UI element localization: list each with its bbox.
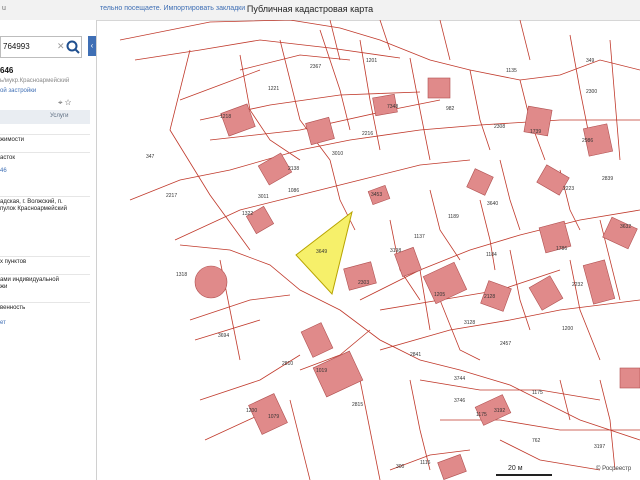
bookmarks-hint[interactable]: тельно посещаете. Импортировать закладки <box>100 5 245 12</box>
parcel-label: 1322 <box>242 211 253 217</box>
parcel-label: 1786 <box>556 246 567 252</box>
parcel-label: 3197 <box>594 444 605 450</box>
parcel-label: 2815 <box>352 402 363 408</box>
parcel-label: 1318 <box>176 272 187 278</box>
parcel-label: 2367 <box>310 64 321 70</box>
info-row-link[interactable]: ет <box>0 320 6 326</box>
parcel-label: 2223 <box>563 186 574 192</box>
parcel-label: 2303 <box>358 280 369 286</box>
parcel-label: 7348 <box>387 104 398 110</box>
address-fragment: u <box>2 5 6 12</box>
parcel-label: 2217 <box>166 193 177 199</box>
parcel-label: 3632 <box>620 224 631 230</box>
parcel-label: 2841 <box>410 352 421 358</box>
tab-services[interactable]: Услуги <box>50 113 68 119</box>
parcel-label: 1201 <box>366 58 377 64</box>
info-row: асток <box>0 152 90 161</box>
object-subtitle-2: ой застройки <box>0 88 37 94</box>
parcel-label: 1019 <box>316 368 327 374</box>
info-row: х пунктов <box>0 256 90 265</box>
map-copyright: © Росреестр <box>596 466 632 472</box>
scale-label: 20 м <box>508 465 523 472</box>
parcel-label: 2839 <box>602 176 613 182</box>
page-title: Публичная кадастровая карта <box>246 4 374 14</box>
selected-parcel-label: 3649 <box>316 249 327 255</box>
parcel-label: 1739 <box>530 129 541 135</box>
info-row: пулок Красноармейский <box>0 206 67 212</box>
parcel-label: 3694 <box>218 333 229 339</box>
parcel-label: 1116 <box>420 460 431 466</box>
parcel-label: 300 <box>396 464 405 470</box>
parcel-label: 982 <box>446 106 455 112</box>
info-row: ами индивидуальной <box>0 274 90 283</box>
parcel-label: 1135 <box>506 68 517 74</box>
object-subtitle: ь/мукр.Красноармейский <box>0 78 70 84</box>
measure-icon[interactable]: ⌖ <box>58 98 63 107</box>
browser-topbar: u тельно посещаете. Импортировать заклад… <box>0 0 640 21</box>
parcel-label: 2216 <box>362 131 373 137</box>
parcel-label: 2128 <box>484 294 495 300</box>
parcel-label: 2457 <box>500 341 511 347</box>
info-row: адская, г. Волжский, п. <box>0 196 90 205</box>
parcel-label: 2986 <box>582 138 593 144</box>
parcel-label: 1175 <box>476 412 487 418</box>
info-row: венность <box>0 302 90 311</box>
parcel-label: 1079 <box>268 414 279 420</box>
parcel-label: 1189 <box>448 214 459 220</box>
info-row: жимости <box>0 134 90 143</box>
collapse-panel-button[interactable]: ‹ <box>88 36 96 56</box>
parcel-label: 1205 <box>434 292 445 298</box>
parcel-label: 1221 <box>268 86 279 92</box>
left-panel: 764993 ✕ ‹ 646 ь/мукр.Красноармейский ой… <box>0 20 97 480</box>
parcel-label: 3010 <box>332 151 343 157</box>
parcel-label: 1175 <box>532 390 543 396</box>
parcel-label: 3198 <box>390 248 401 254</box>
parcel-label: 349 <box>586 58 595 64</box>
parcel-label: 3453 <box>371 192 382 198</box>
search-icon[interactable] <box>65 39 81 55</box>
parcel-label: 3744 <box>454 376 465 382</box>
parcel-label: 1200 <box>246 408 257 414</box>
object-number: 646 <box>0 66 14 75</box>
search-box[interactable]: 764993 ✕ <box>0 36 82 58</box>
panel-tools[interactable]: ⌖ ☆ <box>58 98 71 108</box>
parcel-label: 1200 <box>562 326 573 332</box>
info-row-link[interactable]: 46 <box>0 168 7 174</box>
parcel-label: 1137 <box>414 234 425 240</box>
parcel-label: 3746 <box>454 398 465 404</box>
parcel-label: 3192 <box>494 408 505 414</box>
parcel-label: 2810 <box>282 361 293 367</box>
parcel-label: 2308 <box>494 124 505 130</box>
parcel-label: 762 <box>532 438 541 444</box>
cadastral-map[interactable]: 2367 1201 1221 1135 349 1218 7348 982 23… <box>96 20 640 480</box>
search-input[interactable]: 764993 <box>3 42 30 51</box>
favorite-icon[interactable]: ☆ <box>65 98 72 107</box>
parcel-label: 1086 <box>288 188 299 194</box>
parcel-label: 2138 <box>288 166 299 172</box>
parcel-label: 347 <box>146 154 155 160</box>
scale-bar <box>496 474 552 476</box>
parcel-label: 2300 <box>586 89 597 95</box>
parcel-label: 3128 <box>464 320 475 326</box>
panel-tabs[interactable]: Услуги <box>0 110 90 124</box>
parcel-label: 3640 <box>487 201 498 207</box>
parcel-label: 2232 <box>572 282 583 288</box>
parcel-label: 1218 <box>220 114 231 120</box>
info-row: жи <box>0 284 8 290</box>
parcel-label: 3011 <box>258 194 269 200</box>
parcel-label: 1184 <box>486 252 497 258</box>
clear-icon[interactable]: ✕ <box>57 41 65 52</box>
